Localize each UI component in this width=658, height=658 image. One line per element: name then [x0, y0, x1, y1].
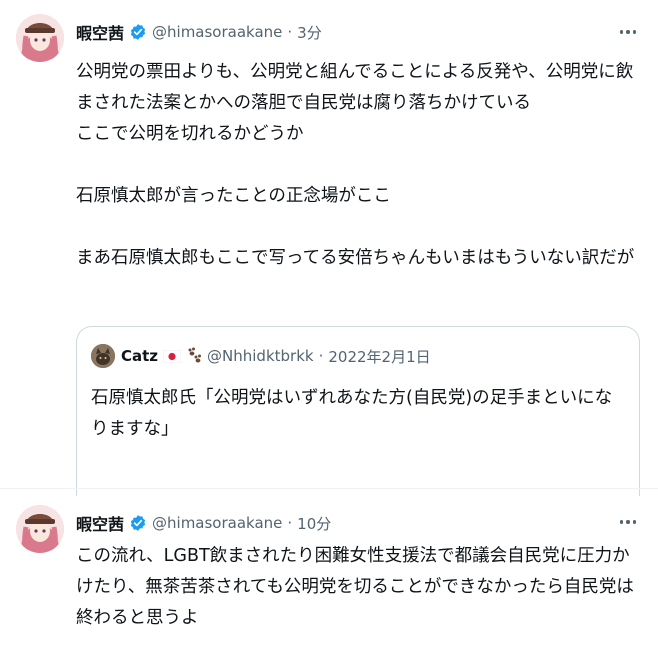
quote-display-name[interactable]: Catz [121, 347, 158, 365]
avatar-anime-girl-icon [16, 14, 64, 62]
handle[interactable]: @himasoraakane [152, 23, 282, 41]
quote-separator-dot: · [318, 347, 324, 365]
avatar-anime-girl-icon [16, 505, 64, 553]
tweet-header: 暇空茜 @himasoraakane · 3分 [76, 20, 322, 44]
more-options-icon[interactable] [616, 22, 640, 42]
timestamp[interactable]: 3分 [297, 22, 322, 43]
quoted-tweet[interactable]: Catz @Nhhidktbrkk · 2022年2月1日 石原慎太郎氏「公明党… [76, 326, 640, 496]
tweet-text: 公明党の票田よりも、公明党と組んでることによる反発や、公明党に飲まされた法案とか… [76, 62, 635, 268]
display-name[interactable]: 暇空茜 [76, 20, 124, 44]
avatar[interactable] [16, 14, 64, 62]
verified-badge-icon [130, 24, 146, 40]
tweet[interactable]: 暇空茜 @himasoraakane · 10分 この流れ、LGBT飲まされたり… [0, 497, 658, 658]
separator-dot: · [287, 23, 293, 41]
avatar[interactable] [16, 505, 64, 553]
quote-handle[interactable]: @Nhhidktbrkk [207, 347, 314, 365]
quote-text: 石原慎太郎氏「公明党はいずれあなた方(自民党)の足手まといになりますな」 [91, 388, 613, 439]
handle[interactable]: @himasoraakane [152, 514, 282, 532]
quote-timestamp[interactable]: 2022年2月1日 [328, 346, 430, 367]
tweet-header: 暇空茜 @himasoraakane · 10分 [76, 511, 331, 535]
tweet-text: この流れ、LGBT飲まされたり困難女性支援法で都議会自民党に圧力かけたり、無茶苦… [76, 546, 634, 628]
tweet[interactable]: 暇空茜 @himasoraakane · 3分 公明党の票田よりも、公明党と組ん… [0, 0, 658, 496]
separator-dot: · [287, 514, 293, 532]
more-options-icon[interactable] [616, 512, 640, 532]
tweet-divider [0, 488, 658, 489]
paw-prints-icon [188, 347, 202, 363]
cat-avatar-icon [91, 344, 115, 368]
timestamp[interactable]: 10分 [297, 513, 331, 534]
quote-avatar[interactable] [91, 344, 115, 368]
display-name[interactable]: 暇空茜 [76, 511, 124, 535]
verified-badge-icon [130, 515, 146, 531]
japan-flag-icon [163, 349, 182, 363]
quote-header: Catz @Nhhidktbrkk · 2022年2月1日 [121, 344, 431, 368]
